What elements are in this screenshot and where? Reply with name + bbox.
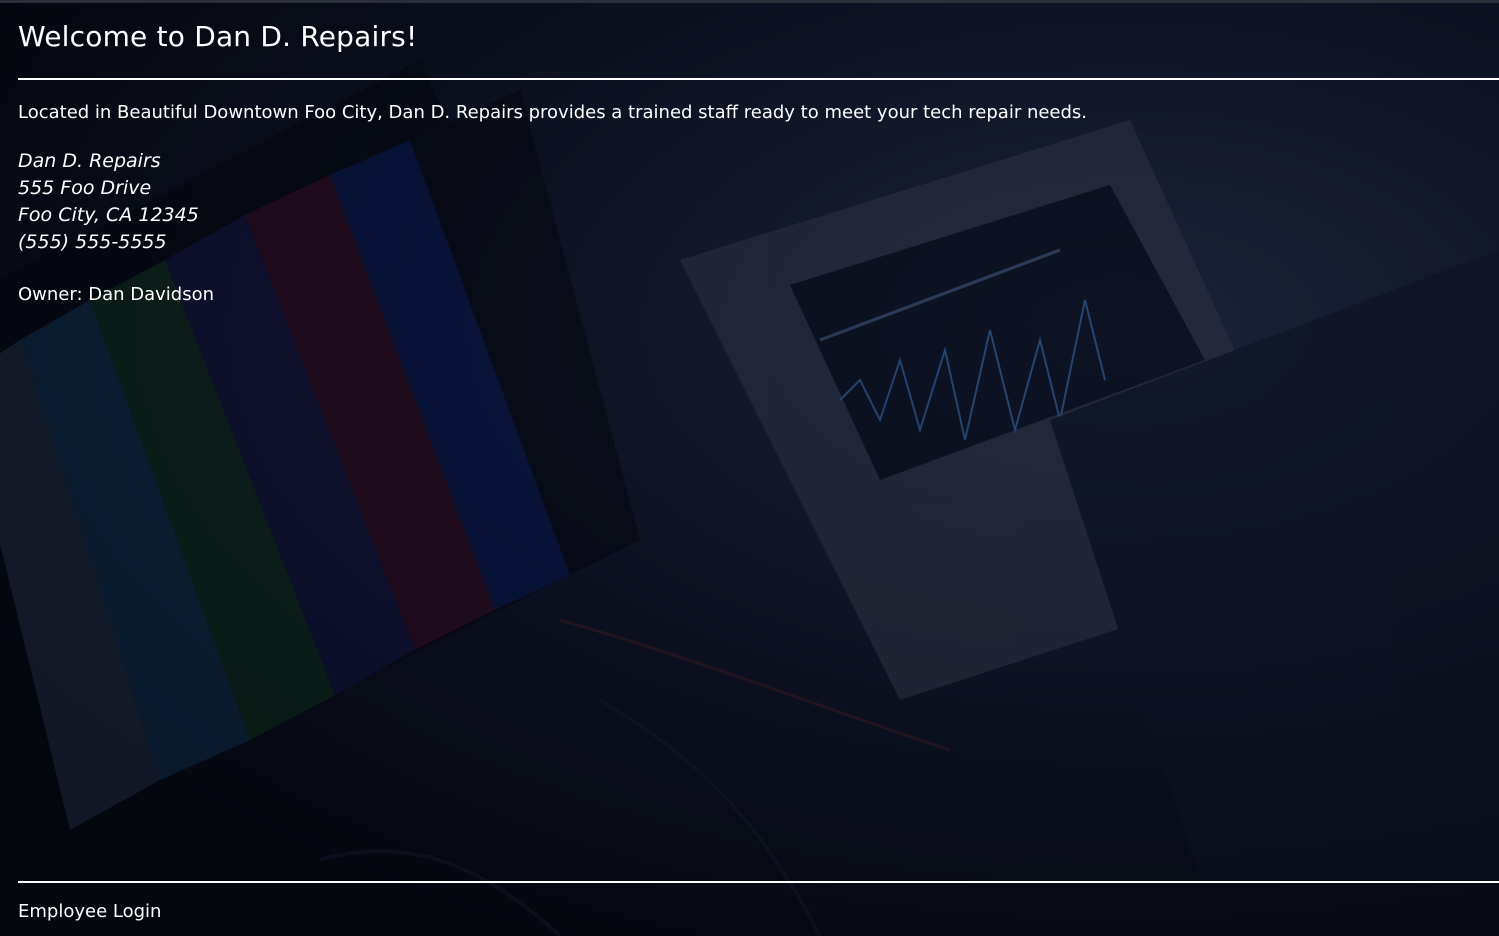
- business-address: Dan D. Repairs 555 Foo Drive Foo City, C…: [18, 148, 199, 256]
- page-content: Welcome to Dan D. Repairs! Located in Be…: [18, 0, 1499, 936]
- header-divider: [18, 78, 1499, 80]
- city-state-zip: Foo City, CA 12345: [18, 204, 199, 226]
- street-address: 555 Foo Drive: [18, 177, 152, 199]
- page-title: Welcome to Dan D. Repairs!: [18, 20, 418, 53]
- footer-divider: [18, 881, 1499, 883]
- owner-text: Owner: Dan Davidson: [18, 284, 215, 305]
- employee-login-link[interactable]: Employee Login: [18, 901, 161, 922]
- business-name: Dan D. Repairs: [18, 150, 161, 172]
- intro-text: Located in Beautiful Downtown Foo City, …: [18, 102, 1088, 123]
- phone-number: (555) 555-5555: [18, 231, 167, 253]
